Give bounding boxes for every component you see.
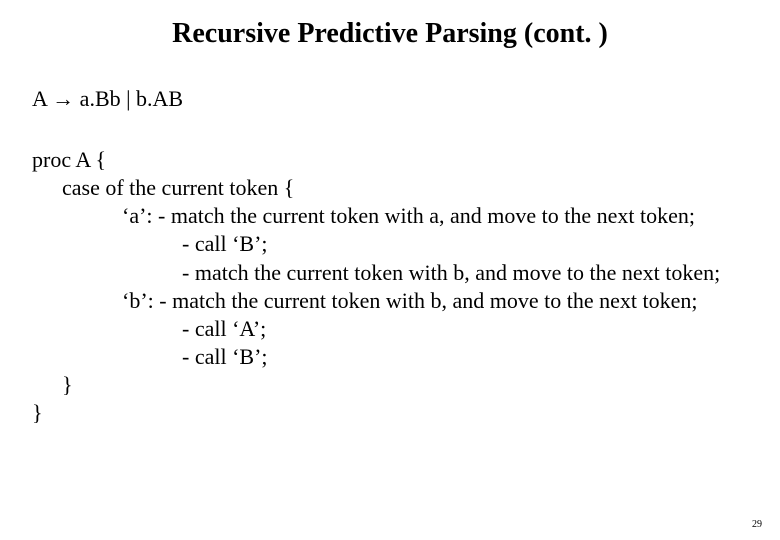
- proc-line-open: proc A {: [32, 146, 748, 174]
- slide-title: Recursive Predictive Parsing (cont. ): [32, 18, 748, 50]
- proc-close-outer: }: [32, 399, 748, 427]
- proc-case-a-step3: - match the current token with b, and mo…: [32, 259, 748, 287]
- proc-case-a-step2: - call ‘B’;: [32, 230, 748, 258]
- proc-case-a-label: ‘a’: - match the current token with a, a…: [32, 202, 748, 230]
- slide: Recursive Predictive Parsing (cont. ) A …: [0, 0, 780, 540]
- procedure-block: proc A { case of the current token { ‘a’…: [32, 146, 748, 428]
- proc-close-inner: }: [32, 371, 748, 399]
- proc-case-b-step3: - call ‘B’;: [32, 343, 748, 371]
- grammar-rule: A → a.Bb | b.AB: [32, 86, 748, 112]
- page-number: 29: [752, 519, 762, 530]
- proc-line-case: case of the current token {: [32, 174, 748, 202]
- proc-case-b-label: ‘b’: - match the current token with b, a…: [32, 287, 748, 315]
- proc-case-b-step2: - call ‘A’;: [32, 315, 748, 343]
